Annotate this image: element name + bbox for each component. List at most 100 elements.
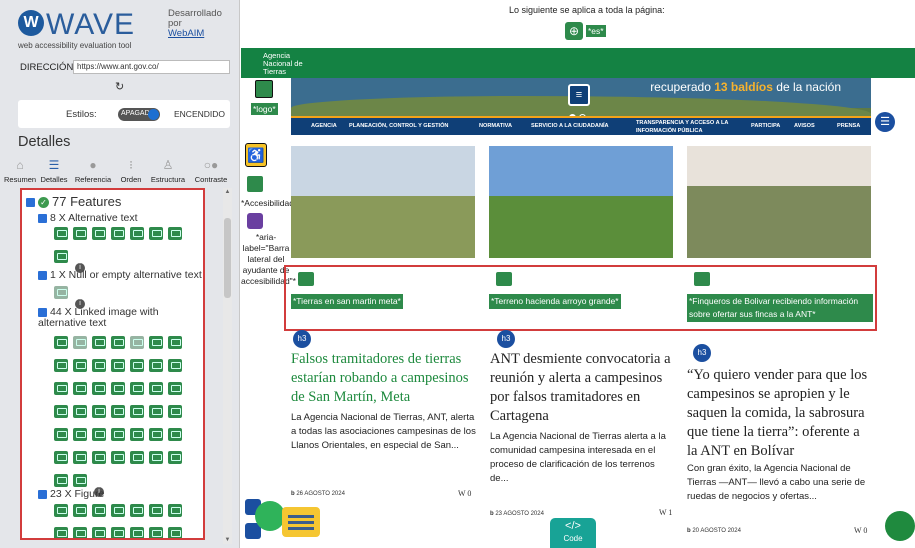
nav-item[interactable]: NORMATIVA bbox=[479, 123, 512, 129]
figure-icon[interactable] bbox=[54, 504, 68, 517]
linked-image-icon[interactable] bbox=[92, 382, 106, 395]
nav-item[interactable]: PARTICIPA bbox=[751, 123, 780, 129]
features-checkbox[interactable] bbox=[26, 198, 35, 208]
alt-text-icon[interactable] bbox=[111, 227, 125, 240]
article-headline[interactable]: “Yo quiero vender para que los campesino… bbox=[687, 366, 872, 461]
article-headline[interactable]: ANT desmiente convocatoria a reunión y a… bbox=[490, 350, 675, 426]
figure-icon[interactable] bbox=[54, 527, 68, 538]
document-icon[interactable]: ≡ bbox=[568, 84, 590, 106]
linked-image-icon[interactable] bbox=[111, 336, 125, 349]
linked-image-icon[interactable] bbox=[92, 428, 106, 441]
article-photo[interactable] bbox=[489, 146, 673, 258]
linked-image-icon[interactable] bbox=[92, 359, 106, 372]
alt-text-icon[interactable] bbox=[92, 227, 106, 240]
figure-icon[interactable] bbox=[496, 272, 512, 286]
figure-icon[interactable] bbox=[130, 504, 144, 517]
chat-icon[interactable] bbox=[255, 501, 285, 531]
globe-icon[interactable]: ⊕ bbox=[565, 22, 583, 40]
category-null-alt[interactable]: 1 X Null or empty alternative text bbox=[38, 270, 203, 281]
linked-image-icon[interactable] bbox=[111, 359, 125, 372]
article-photo[interactable] bbox=[291, 146, 475, 258]
linked-image-icon[interactable] bbox=[130, 428, 144, 441]
figure-icon[interactable] bbox=[168, 527, 182, 538]
linked-image-icon[interactable] bbox=[92, 336, 106, 349]
article-card[interactable] bbox=[687, 146, 871, 258]
linked-image-icon[interactable] bbox=[168, 382, 182, 395]
aria-icon[interactable] bbox=[247, 213, 263, 229]
nav-item[interactable]: AVISOS bbox=[794, 123, 815, 129]
linked-image-icon[interactable] bbox=[149, 428, 163, 441]
alt-text-icon[interactable] bbox=[54, 227, 68, 240]
linked-image-icon[interactable] bbox=[73, 382, 87, 395]
linked-image-icon[interactable] bbox=[168, 451, 182, 464]
accessibility-icon[interactable]: ♿ bbox=[245, 143, 267, 167]
nav-item[interactable]: PRENSA bbox=[837, 123, 860, 129]
linked-image-icon[interactable] bbox=[54, 382, 68, 395]
linked-image-icon[interactable] bbox=[92, 451, 106, 464]
linked-image-icon[interactable] bbox=[73, 405, 87, 418]
linked-image-icon[interactable] bbox=[54, 428, 68, 441]
linked-image-icon[interactable] bbox=[168, 405, 182, 418]
linked-image-icon[interactable] bbox=[149, 382, 163, 395]
linked-image-icon[interactable] bbox=[111, 405, 125, 418]
h3-icon[interactable]: h3 bbox=[693, 344, 711, 362]
linked-image-icon[interactable] bbox=[73, 474, 87, 487]
linked-image-icon[interactable] bbox=[54, 474, 68, 487]
figure-icon[interactable] bbox=[111, 504, 125, 517]
h3-icon[interactable]: h3 bbox=[293, 330, 311, 348]
floating-action-button[interactable] bbox=[885, 511, 915, 541]
image-icon[interactable] bbox=[247, 176, 263, 192]
agency-logo[interactable]: Agencia Nacional de Tierras bbox=[263, 52, 303, 76]
alt-text-icon[interactable] bbox=[149, 227, 163, 240]
alt-text-icon[interactable] bbox=[73, 227, 87, 240]
linked-image-icon[interactable] bbox=[111, 428, 125, 441]
features-header[interactable]: ✓ 77 Features bbox=[26, 194, 121, 209]
linked-image-icon[interactable] bbox=[54, 405, 68, 418]
linked-image-icon[interactable] bbox=[111, 451, 125, 464]
category-checkbox[interactable] bbox=[38, 270, 47, 280]
alt-text-icon[interactable] bbox=[130, 227, 144, 240]
tab-detalles[interactable]: ☰ Detalles bbox=[38, 156, 70, 188]
linked-image-icon[interactable] bbox=[130, 451, 144, 464]
figure-icon[interactable] bbox=[73, 527, 87, 538]
linked-image-icon[interactable] bbox=[130, 405, 144, 418]
linked-image-icon[interactable] bbox=[111, 382, 125, 395]
code-button[interactable]: </> Code bbox=[550, 518, 596, 548]
linked-image-icon[interactable] bbox=[54, 359, 68, 372]
article-card[interactable] bbox=[489, 146, 673, 258]
linked-image-icon[interactable] bbox=[73, 428, 87, 441]
null-alt-icon[interactable] bbox=[54, 286, 68, 299]
nav-item[interactable]: TRANSPARENCIA Y ACCESO A LA INFORMACIÓN … bbox=[636, 119, 756, 135]
h3-icon[interactable]: h3 bbox=[497, 330, 515, 348]
linked-image-icon[interactable] bbox=[168, 336, 182, 349]
address-input[interactable]: https://www.ant.gov.co/ bbox=[73, 60, 230, 74]
linked-image-icon[interactable] bbox=[130, 359, 144, 372]
alt-text-icon[interactable] bbox=[168, 227, 182, 240]
menu-icon[interactable]: ☰ bbox=[875, 112, 895, 132]
refresh-icon[interactable]: ↻ bbox=[115, 80, 124, 93]
linked-image-icon[interactable] bbox=[130, 336, 144, 349]
sidebar-scrollbar[interactable]: ▲ ▼ bbox=[223, 188, 232, 544]
category-checkbox[interactable] bbox=[38, 213, 47, 223]
category-alternative-text[interactable]: 8 X Alternative text bbox=[38, 213, 203, 224]
styles-toggle[interactable]: APAGADO bbox=[118, 108, 160, 121]
nav-item[interactable]: SERVICIO A LA CIUDADANÍA bbox=[531, 123, 609, 129]
category-figure[interactable]: 23 X Figure bbox=[38, 489, 203, 500]
figure-icon[interactable] bbox=[92, 527, 106, 538]
tab-estructura[interactable]: ♙ Estructura bbox=[146, 156, 190, 188]
alt-text-icon[interactable] bbox=[54, 250, 68, 263]
category-checkbox[interactable] bbox=[38, 489, 47, 499]
figure-icon[interactable] bbox=[92, 504, 106, 517]
nav-item[interactable]: AGENCIA bbox=[311, 123, 337, 129]
article-card[interactable] bbox=[291, 146, 475, 258]
linked-image-icon[interactable] bbox=[149, 451, 163, 464]
tab-resumen[interactable]: ⌂ Resumen bbox=[4, 156, 36, 188]
figure-icon[interactable] bbox=[111, 527, 125, 538]
linked-image-icon[interactable] bbox=[130, 382, 144, 395]
linked-image-icon[interactable] bbox=[92, 405, 106, 418]
linked-image-icon[interactable] bbox=[168, 359, 182, 372]
figure-icon[interactable] bbox=[298, 272, 314, 286]
article-headline[interactable]: Falsos tramitadores de tierras estarían … bbox=[291, 350, 476, 407]
figure-icon[interactable] bbox=[694, 272, 710, 286]
linked-image-icon[interactable] bbox=[73, 359, 87, 372]
